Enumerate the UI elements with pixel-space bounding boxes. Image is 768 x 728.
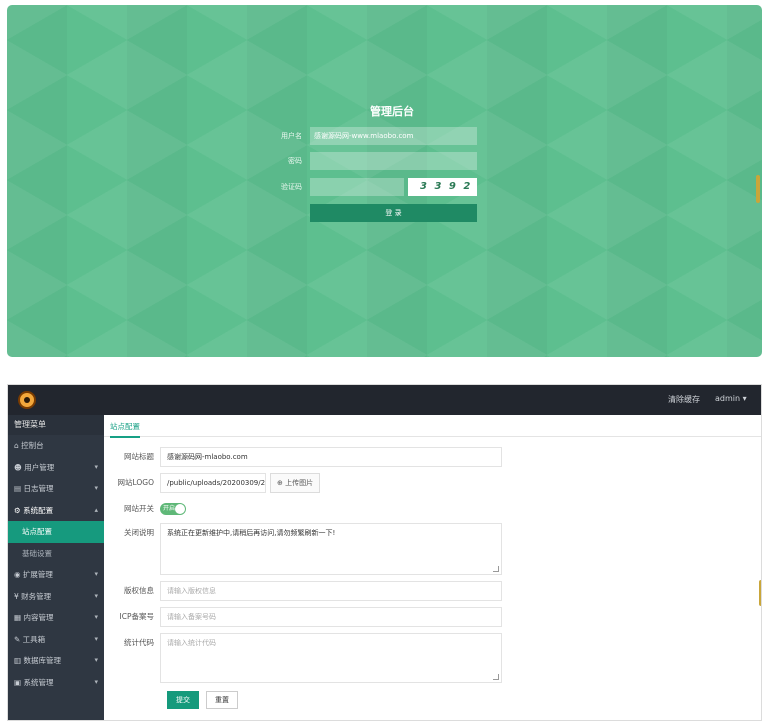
site-switch-toggle[interactable]: 开启: [160, 503, 186, 515]
copyright-label: 版权信息: [124, 586, 154, 595]
password-label: 密码: [288, 157, 302, 165]
chevron-down-icon: ▾: [94, 656, 98, 664]
chevron-down-icon: ▾: [94, 462, 98, 471]
captcha-image[interactable]: 3 3 9 2: [408, 178, 477, 196]
scroll-handle[interactable]: [756, 175, 760, 203]
reset-button[interactable]: 重置: [206, 691, 238, 709]
clear-cache-link[interactable]: 清除缓存: [668, 394, 700, 405]
tab-site-config[interactable]: 站点配置: [110, 421, 140, 438]
stats-row: 统计代码 请输入统计代码: [104, 633, 502, 683]
login-title: 管理后台: [370, 105, 414, 118]
admin-screen: 清除缓存 admin ▾ 管理菜单 ⌂ 控制台 ☻ 用户管理 ▾ ▤ 日志管理 ▾ …: [7, 384, 762, 721]
stats-textarea[interactable]: 请输入统计代码: [160, 633, 502, 683]
close-notice-row: 关闭说明 系统正在更新维护中,请稍后再访问,请勿频繁刷新一下!: [104, 523, 502, 575]
captcha-input[interactable]: [310, 178, 404, 196]
submit-button[interactable]: 提交: [167, 691, 199, 709]
switch-knob: [175, 504, 185, 514]
username-row: 用户名 感谢源码网-www.mlaobo.com: [262, 127, 477, 145]
gear-icon: ⚙: [14, 505, 24, 515]
site-switch-label: 网站开关: [124, 504, 154, 513]
icp-input[interactable]: 请输入备案号码: [160, 607, 502, 627]
site-logo-label: 网站LOGO: [117, 478, 154, 487]
site-title-input[interactable]: 感谢源码网-mlaobo.com: [160, 447, 502, 467]
sidebar: 管理菜单 ⌂ 控制台 ☻ 用户管理 ▾ ▤ 日志管理 ▾ ⚙ 系统配置 ▴ 站点配置 …: [8, 415, 104, 720]
sidebar-title: 管理菜单: [8, 415, 104, 435]
chevron-down-icon: ▾: [94, 484, 98, 492]
logo-icon[interactable]: [18, 391, 36, 409]
chevron-down-icon: ▾: [94, 613, 98, 621]
close-notice-label: 关闭说明: [124, 528, 154, 537]
extension-icon: ◉: [14, 570, 23, 579]
login-screen: 管理后台 用户名 感谢源码网-www.mlaobo.com 密码 验证码 3 3…: [7, 5, 762, 357]
username-input[interactable]: 感谢源码网-www.mlaobo.com: [310, 127, 477, 145]
upload-button[interactable]: ⊕ 上传图片: [270, 473, 321, 493]
icp-label: ICP备案号: [119, 612, 154, 621]
chevron-up-icon: ▴: [94, 505, 98, 514]
chevron-down-icon: ▾: [94, 634, 98, 643]
sidebar-item-content[interactable]: ▦ 内容管理 ▾: [8, 607, 104, 629]
top-bar: 清除缓存 admin ▾: [8, 385, 761, 415]
sidebar-item-database[interactable]: ▥ 数据库管理 ▾: [8, 650, 104, 672]
sidebar-item-logs[interactable]: ▤ 日志管理 ▾: [8, 478, 104, 500]
sidebar-item-extensions[interactable]: ◉ 扩展管理 ▾: [8, 564, 104, 586]
username-label: 用户名: [281, 132, 302, 140]
password-row: 密码: [262, 152, 477, 170]
site-title-row: 网站标题 感谢源码网-mlaobo.com: [104, 447, 502, 467]
captcha-label: 验证码: [281, 183, 302, 191]
login-button[interactable]: 登 录: [310, 204, 477, 222]
close-notice-textarea[interactable]: 系统正在更新维护中,请稍后再访问,请勿频繁刷新一下!: [160, 523, 502, 575]
copyright-row: 版权信息 请输入版权信息: [104, 581, 502, 601]
main-content: 站点配置 网站标题 感谢源码网-mlaobo.com 网站LOGO /publi…: [104, 415, 761, 720]
sidebar-item-console[interactable]: ⌂ 控制台: [8, 435, 104, 457]
scroll-handle[interactable]: [759, 580, 761, 606]
password-input[interactable]: [310, 152, 477, 170]
sidebar-item-users[interactable]: ☻ 用户管理 ▾: [8, 457, 104, 479]
sidebar-item-system-config[interactable]: ⚙ 系统配置 ▴: [8, 500, 104, 522]
sidebar-item-system[interactable]: ▣ 系统管理 ▾: [8, 672, 104, 694]
upload-icon: ⊕: [277, 479, 286, 487]
sidebar-item-site-config[interactable]: 站点配置: [8, 521, 104, 543]
user-icon: ☻: [14, 462, 25, 472]
stats-label: 统计代码: [124, 638, 154, 647]
sidebar-item-finance[interactable]: ¥ 财务管理 ▾: [8, 586, 104, 608]
site-title-label: 网站标题: [124, 452, 154, 461]
sidebar-item-basic-settings[interactable]: 基础设置: [8, 543, 104, 565]
switch-text: 开启: [163, 505, 176, 512]
captcha-row: 验证码: [262, 178, 404, 196]
chevron-down-icon: ▾: [94, 591, 98, 600]
site-logo-input[interactable]: /public/uploads/20200309/20: [160, 473, 266, 493]
sidebar-item-tools[interactable]: ✎ 工具箱 ▾: [8, 629, 104, 651]
chevron-down-icon: ▾: [94, 677, 98, 686]
tool-icon: ✎: [14, 634, 23, 644]
tab-bar: 站点配置: [104, 415, 761, 438]
icp-row: ICP备案号 请输入备案号码: [104, 607, 502, 627]
site-logo-row: 网站LOGO /public/uploads/20200309/20 ⊕ 上传图…: [104, 473, 321, 493]
copyright-input[interactable]: 请输入版权信息: [160, 581, 502, 601]
user-menu[interactable]: admin ▾: [715, 394, 747, 403]
chevron-down-icon: ▾: [94, 570, 98, 578]
site-switch-row: 网站开关 开启: [104, 499, 186, 519]
